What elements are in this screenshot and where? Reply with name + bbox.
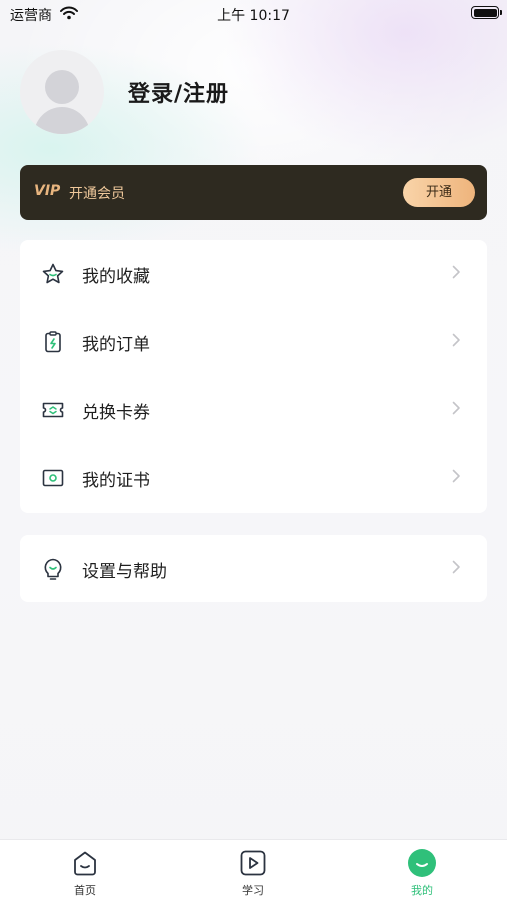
- tab-mine[interactable]: 我的: [382, 848, 462, 898]
- vip-tag: VIP: [34, 183, 61, 199]
- play-icon: [240, 850, 266, 876]
- order-clipboard-icon: [45, 331, 61, 353]
- chevron-right-icon: [452, 469, 460, 483]
- star-icon: [42, 263, 64, 284]
- profile-face-icon: [408, 849, 436, 877]
- menu-card-main: 我的收藏 我的订单 兑换卡券 我的证书: [20, 240, 487, 513]
- battery-icon: [471, 6, 502, 19]
- tab-label: 首页: [74, 884, 96, 897]
- menu-item-label: 我的证书: [82, 471, 150, 491]
- menu-item-favorites[interactable]: 我的收藏: [20, 240, 487, 308]
- login-register-link[interactable]: 登录/注册: [128, 76, 229, 108]
- vip-label: 开通会员: [69, 186, 125, 202]
- bottom-tab-bar: 首页 学习 我的: [0, 839, 507, 901]
- menu-item-settings-help[interactable]: 设置与帮助: [20, 535, 487, 603]
- tab-home[interactable]: 首页: [45, 848, 125, 898]
- help-bulb-icon: [44, 558, 62, 580]
- avatar[interactable]: [20, 50, 104, 134]
- chevron-right-icon: [452, 401, 460, 415]
- tab-label: 我的: [411, 884, 433, 897]
- coupon-icon: [42, 402, 64, 418]
- tab-label: 学习: [242, 884, 264, 897]
- status-bar: 运营商 上午 10:17: [0, 0, 507, 30]
- tab-learn[interactable]: 学习: [213, 848, 293, 898]
- status-time: 上午 10:17: [217, 8, 290, 24]
- menu-item-label: 我的收藏: [82, 267, 150, 287]
- menu-item-label: 设置与帮助: [82, 562, 167, 582]
- profile-header: 登录/注册: [20, 50, 490, 134]
- vip-banner[interactable]: VIP 开通会员 开通: [20, 165, 487, 220]
- menu-item-orders[interactable]: 我的订单: [20, 308, 487, 376]
- menu-card-settings: 设置与帮助: [20, 535, 487, 602]
- chevron-right-icon: [452, 265, 460, 279]
- vip-open-button[interactable]: 开通: [403, 178, 475, 207]
- home-icon: [74, 851, 96, 876]
- menu-item-certificates[interactable]: 我的证书: [20, 444, 487, 512]
- menu-item-label: 我的订单: [82, 335, 150, 355]
- certificate-icon: [42, 469, 64, 487]
- chevron-right-icon: [452, 560, 460, 574]
- menu-item-label: 兑换卡券: [82, 403, 150, 423]
- menu-item-redeem-coupon[interactable]: 兑换卡券: [20, 376, 487, 444]
- chevron-right-icon: [452, 333, 460, 347]
